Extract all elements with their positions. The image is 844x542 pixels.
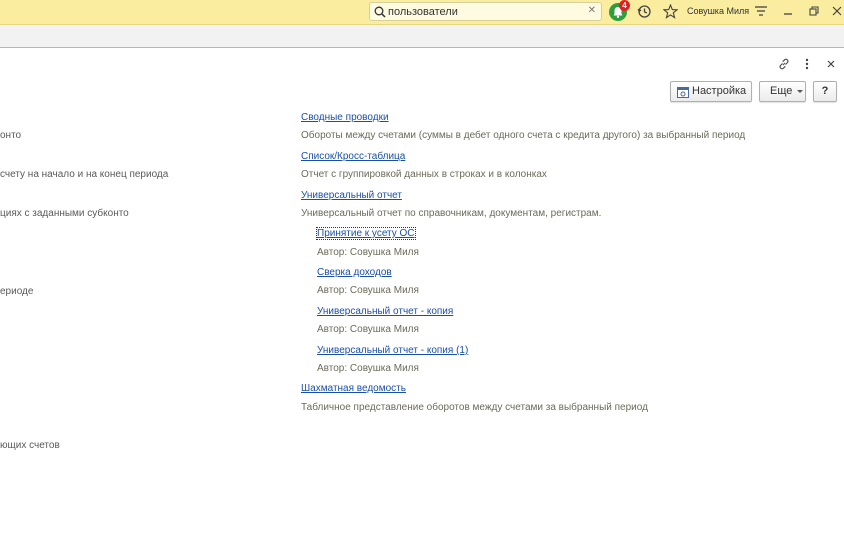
left-list-item[interactable]: ериоде	[0, 286, 33, 297]
report-description: Универсальный отчет по справочникам, док…	[301, 208, 602, 219]
settings-label: Настройка	[692, 85, 747, 97]
report-link[interactable]: Универсальный отчет - копия (1)	[317, 345, 468, 356]
report-link[interactable]: Универсальный отчет - копия	[317, 306, 453, 317]
open-windows-bar	[0, 25, 844, 48]
more-button[interactable]: Еще	[759, 81, 806, 102]
left-list-item[interactable]: онто	[0, 130, 21, 141]
notification-count-badge: 4	[619, 0, 630, 11]
chevron-down-icon	[797, 90, 803, 93]
link-icon[interactable]	[777, 57, 791, 76]
close-window-icon[interactable]	[826, 57, 836, 76]
left-list-item[interactable]: счету на начало и на конец периода	[0, 169, 168, 180]
star-favorites-icon[interactable]	[662, 3, 679, 24]
notifications-button[interactable]: 4	[609, 0, 630, 21]
report-link[interactable]: Список/Кросс-таблица	[301, 151, 405, 162]
report-author: Автор: Совушка Миля	[317, 285, 419, 296]
report-description: Отчет с группировкой данных в строках и …	[301, 169, 547, 180]
report-author: Автор: Совушка Миля	[317, 247, 419, 258]
left-list-item[interactable]: циях с заданными субконто	[0, 208, 129, 219]
top-bar: ✕ 4 Совушка Миля	[0, 0, 844, 25]
report-link[interactable]: Сверка доходов	[317, 267, 392, 278]
search-input[interactable]	[388, 4, 578, 19]
report-description: Обороты между счетами (суммы в дебет одн…	[301, 130, 746, 141]
report-link[interactable]: Сводные проводки	[301, 112, 389, 123]
clear-search-icon[interactable]: ✕	[588, 5, 596, 16]
settings-form-icon	[677, 86, 689, 105]
restore-window-icon[interactable]	[808, 4, 820, 23]
main-menu-icon[interactable]	[754, 4, 768, 23]
report-description: Табличное представление оборотов между с…	[301, 402, 648, 413]
search-box[interactable]: ✕	[369, 2, 602, 21]
report-link[interactable]: Универсальный отчет	[301, 190, 402, 201]
help-button[interactable]: ?	[813, 81, 837, 102]
report-author: Автор: Совушка Миля	[317, 324, 419, 335]
more-label: Еще	[770, 85, 793, 97]
search-icon[interactable]	[374, 5, 386, 23]
report-author: Автор: Совушка Миля	[317, 363, 419, 374]
report-link[interactable]: Принятие к усету ОС	[316, 227, 416, 240]
history-icon[interactable]	[637, 4, 652, 24]
settings-button[interactable]: Настройка	[670, 81, 752, 102]
more-actions-icon[interactable]	[803, 57, 811, 76]
minimize-icon[interactable]	[782, 4, 794, 23]
close-app-icon[interactable]	[832, 4, 842, 23]
left-list-item[interactable]: ющих счетов	[0, 440, 60, 451]
current-user-name[interactable]: Совушка Миля	[687, 6, 749, 16]
report-link[interactable]: Шахматная ведомость	[301, 383, 406, 394]
